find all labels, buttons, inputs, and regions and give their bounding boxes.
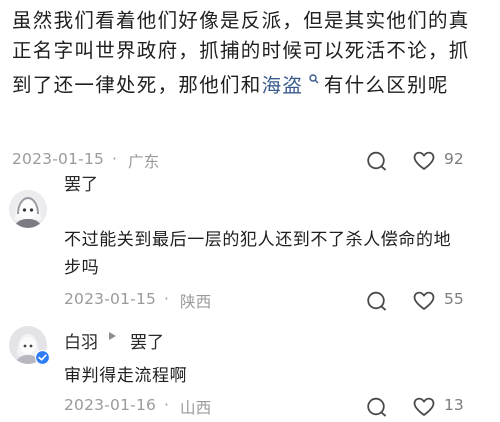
comment-location: 广东 — [128, 153, 160, 171]
like-count: 92 — [444, 150, 464, 168]
heart-outline-icon[interactable] — [413, 151, 435, 171]
reply-location: 山西 — [180, 399, 212, 417]
reply-username[interactable]: 白羽 — [64, 328, 98, 353]
separator-dot: · — [164, 396, 170, 414]
heart-outline-icon[interactable] — [413, 397, 435, 417]
reply-username[interactable]: 罢了 — [64, 170, 98, 195]
like-count: 13 — [444, 396, 464, 414]
avatar[interactable] — [9, 190, 47, 228]
comment-date: 2023-01-15 — [12, 150, 105, 168]
comment-bubble-icon[interactable] — [366, 151, 388, 171]
separator-dot: · — [164, 290, 170, 308]
verified-badge-icon — [34, 349, 51, 366]
separator-dot: · — [112, 150, 118, 168]
reply-to-username[interactable]: 罢了 — [130, 328, 164, 353]
reply-meta: 2023-01-16 · 山西 13 — [0, 396, 500, 418]
comment-text-part: 有什么区别呢 — [323, 73, 449, 97]
reply-text: 审判得走流程啊 — [64, 366, 188, 386]
reply-date: 2023-01-15 — [64, 290, 157, 308]
reply-text: 不过能关到最后一层的犯人还到不了杀人偿命的地步吗 — [64, 230, 452, 278]
main-comment: 虽然我们看着他们好像是反派，但是其实他们的真正名字叫世界政府，抓捕的时候可以死活… — [12, 6, 490, 101]
heart-outline-icon[interactable] — [413, 291, 435, 311]
reply-location: 陕西 — [180, 293, 212, 311]
reply-date: 2023-01-16 — [64, 396, 157, 414]
main-comment-meta: 2023-01-15 · 广东 92 — [0, 150, 500, 172]
search-icon — [304, 74, 324, 87]
comment-bubble-icon[interactable] — [366, 291, 388, 311]
reply-meta: 2023-01-15 · 陕西 55 — [0, 290, 500, 312]
triangle-right-icon — [108, 331, 117, 344]
like-count: 55 — [444, 290, 464, 308]
search-link-pirate[interactable]: 海盗 — [262, 74, 324, 97]
comment-bubble-icon[interactable] — [366, 397, 388, 417]
search-link-label: 海盗 — [261, 73, 304, 97]
main-comment-text: 虽然我们看着他们好像是反派，但是其实他们的真正名字叫世界政府，抓捕的时候可以死活… — [12, 6, 490, 101]
